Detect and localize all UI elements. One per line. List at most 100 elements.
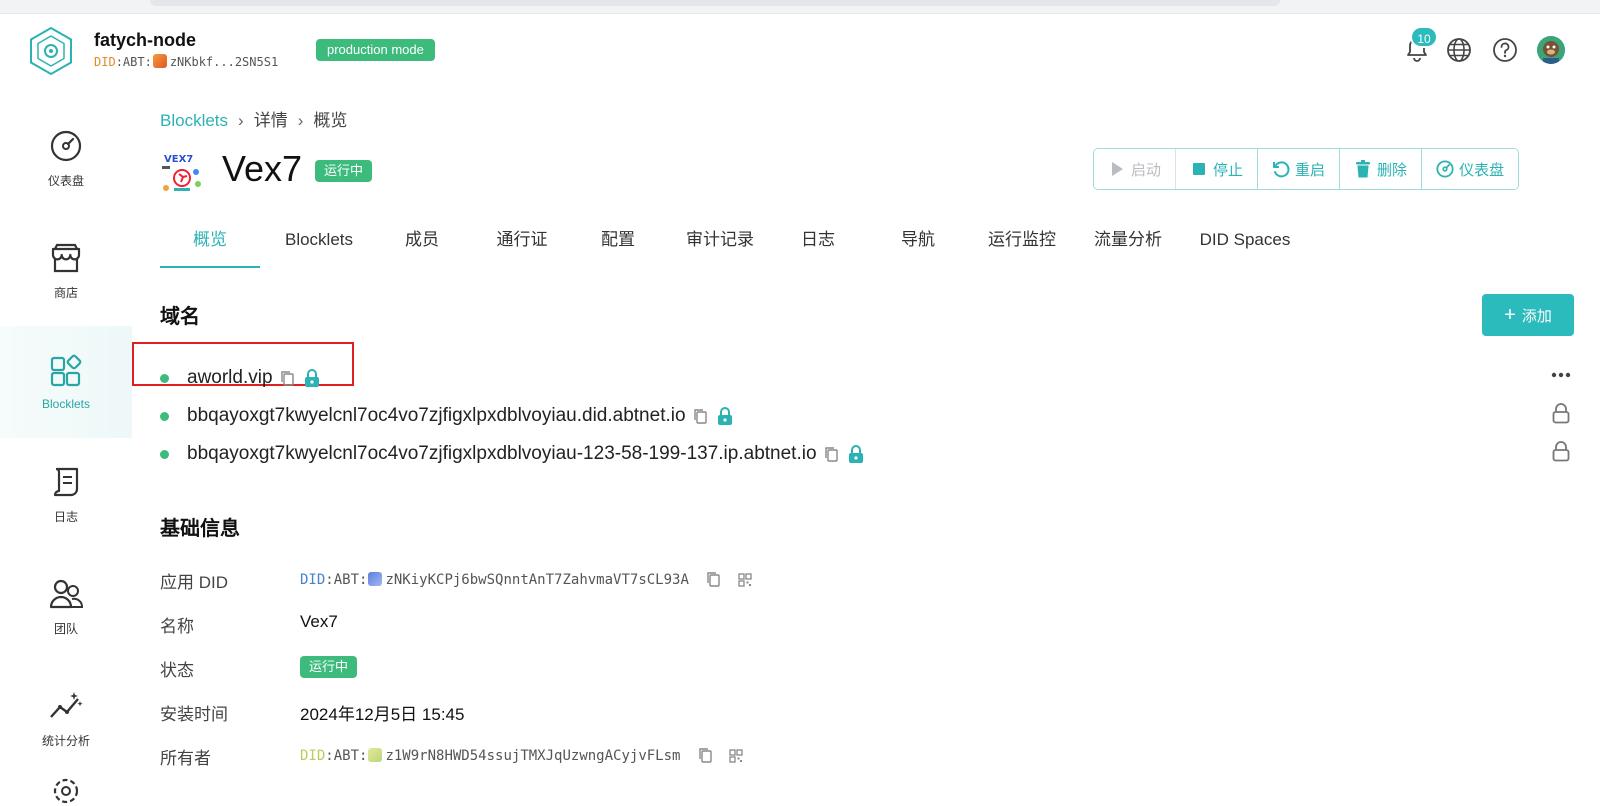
node-did[interactable]: DID:ABT: zNKbkf...2SN5S1	[94, 54, 278, 69]
tab-passports[interactable]: 通行证	[482, 226, 562, 268]
team-icon	[48, 576, 84, 612]
sidebar: 仪表盘 商店 Blocklets 日志 团队 统计分析	[0, 86, 132, 806]
node-name: fatych-node	[94, 30, 197, 50]
did-mid: :ABT:	[115, 55, 152, 69]
tab-traffic-analytics[interactable]: 流量分析	[1078, 226, 1178, 268]
user-avatar[interactable]	[1537, 36, 1565, 64]
domain-row: aworld.vip	[160, 364, 321, 392]
tab-blocklets[interactable]: Blocklets	[272, 226, 366, 268]
sidebar-item-logs[interactable]: 日志	[0, 438, 132, 550]
sidebar-item-dashboard[interactable]: 仪表盘	[0, 102, 132, 214]
stop-button[interactable]: 停止	[1176, 149, 1259, 189]
tab-overview[interactable]: 概览	[160, 226, 260, 268]
copy-icon[interactable]	[692, 408, 708, 424]
sidebar-item-label: 日志	[53, 509, 78, 524]
language-globe-icon[interactable]	[1445, 36, 1473, 64]
start-button[interactable]: 启动	[1094, 149, 1177, 189]
did-value: zNKbkf...2SN5S1	[169, 55, 279, 69]
sidebar-item-store[interactable]: 商店	[0, 214, 132, 326]
domain-row: bbqayoxgt7kwyelcnl7oc4vo7zjfigxlpxdblvoy…	[160, 402, 734, 430]
domain-name[interactable]: bbqayoxgt7kwyelcnl7oc4vo7zjfigxlpxdblvoy…	[187, 405, 686, 427]
qrcode-icon[interactable]	[729, 749, 743, 767]
plus-icon: +	[1504, 304, 1516, 326]
play-icon	[1108, 160, 1126, 178]
analytics-icon	[48, 688, 84, 724]
domain-name[interactable]: aworld.vip	[187, 367, 273, 389]
production-mode-badge: production mode	[316, 39, 435, 61]
sidebar-item-settings[interactable]	[0, 774, 132, 806]
did-avatar-icon	[368, 572, 383, 586]
address-bar-edge	[150, 0, 1280, 6]
add-domain-label: 添加	[1521, 307, 1552, 325]
domain-name[interactable]: bbqayoxgt7kwyelcnl7oc4vo7zjfigxlpxdblvoy…	[187, 443, 817, 465]
https-lock-icon	[847, 444, 865, 464]
sidebar-item-analytics[interactable]: 统计分析	[0, 662, 132, 774]
tab-navigation[interactable]: 导航	[882, 226, 954, 268]
https-lock-icon	[303, 368, 321, 388]
https-lock-icon	[716, 406, 734, 426]
delete-button-label: 删除	[1377, 161, 1408, 179]
sidebar-item-blocklets[interactable]: Blocklets	[0, 326, 132, 438]
did-avatar-icon	[152, 54, 167, 68]
more-options-icon[interactable]	[1548, 362, 1574, 388]
sidebar-item-team[interactable]: 团队	[0, 550, 132, 662]
svg-text:VEX7: VEX7	[164, 154, 193, 165]
breadcrumb-blocklets-link[interactable]: Blocklets	[160, 111, 228, 130]
domain-status-dot	[160, 449, 169, 459]
installed-time-value: 2024年12月5日 15:45	[300, 705, 465, 724]
qrcode-icon[interactable]	[738, 573, 752, 591]
owner-label: 所有者	[160, 749, 211, 768]
settings-gear-icon	[48, 774, 84, 806]
did-avatar-icon	[368, 748, 383, 762]
owner-did-value[interactable]: DID:ABT: z1W9rN8HWD54ssujTMXJqUzwngACyjvF…	[300, 747, 743, 767]
tab-members[interactable]: 成员	[386, 226, 458, 268]
breadcrumb-overview: 概览	[313, 111, 348, 130]
tab-did-spaces[interactable]: DID Spaces	[1190, 226, 1300, 268]
app-did-label: 应用 DID	[160, 573, 228, 592]
sidebar-item-label: 团队	[53, 621, 78, 636]
breadcrumb-separator: ›	[297, 111, 304, 130]
lock-outline-icon[interactable]	[1548, 400, 1574, 426]
breadcrumb-separator: ›	[238, 111, 244, 130]
status-badge: 运行中	[300, 656, 358, 678]
copy-icon[interactable]	[823, 446, 839, 462]
restart-button[interactable]: 重启	[1258, 149, 1341, 189]
did-prefix: DID	[300, 572, 326, 588]
sidebar-item-label: Blocklets	[41, 397, 91, 411]
app-logo: VEX7	[160, 150, 204, 194]
name-value: Vex7	[300, 612, 338, 631]
trash-icon	[1354, 160, 1372, 178]
delete-button[interactable]: 删除	[1340, 149, 1423, 189]
dashboard-gauge-icon	[1436, 160, 1454, 178]
did-address: zNKiyKCPj6bwSQnntAnT7ZahvmaVT7sCL93A	[385, 572, 689, 588]
sidebar-item-label: 商店	[53, 285, 78, 300]
help-question-icon[interactable]	[1491, 36, 1519, 64]
did-address: z1W9rN8HWD54ssujTMXJqUzwngACyjvFLsm	[385, 748, 681, 764]
domains-section-title: 域名	[160, 306, 200, 328]
lock-outline-icon[interactable]	[1548, 438, 1574, 464]
domain-row: bbqayoxgt7kwyelcnl7oc4vo7zjfigxlpxdblvoy…	[160, 440, 865, 468]
restart-icon	[1272, 160, 1290, 178]
basic-info-section-title: 基础信息	[160, 518, 240, 540]
status-value: 运行中	[300, 656, 358, 678]
start-button-label: 启动	[1131, 161, 1162, 179]
tab-logs[interactable]: 日志	[782, 226, 854, 268]
copy-icon[interactable]	[279, 370, 295, 386]
domain-status-dot	[160, 373, 169, 383]
dashboard-button[interactable]: 仪表盘	[1422, 149, 1519, 189]
installed-time-label: 安装时间	[160, 705, 228, 724]
dashboard-button-label: 仪表盘	[1459, 161, 1505, 179]
copy-icon[interactable]	[705, 571, 721, 591]
stop-button-label: 停止	[1213, 161, 1244, 179]
copy-icon[interactable]	[697, 747, 713, 767]
breadcrumb-detail[interactable]: 详情	[254, 111, 288, 130]
detail-tabs: 概览 Blocklets 成员 通行证 配置 审计记录 日志 导航 运行监控 流…	[160, 226, 1574, 268]
add-domain-button[interactable]: + 添加	[1482, 294, 1574, 336]
tab-monitoring[interactable]: 运行监控	[972, 226, 1072, 268]
tab-config[interactable]: 配置	[582, 226, 654, 268]
tab-audit-log[interactable]: 审计记录	[672, 226, 768, 268]
node-logo-icon[interactable]	[26, 26, 76, 76]
top-header: fatych-node DID:ABT: zNKbkf...2SN5S1 prod…	[0, 14, 1600, 86]
app-did-value[interactable]: DID:ABT: zNKiyKCPj6bwSQnntAnT7ZahvmaVT7sC…	[300, 571, 752, 591]
sidebar-item-label: 统计分析	[41, 733, 90, 748]
